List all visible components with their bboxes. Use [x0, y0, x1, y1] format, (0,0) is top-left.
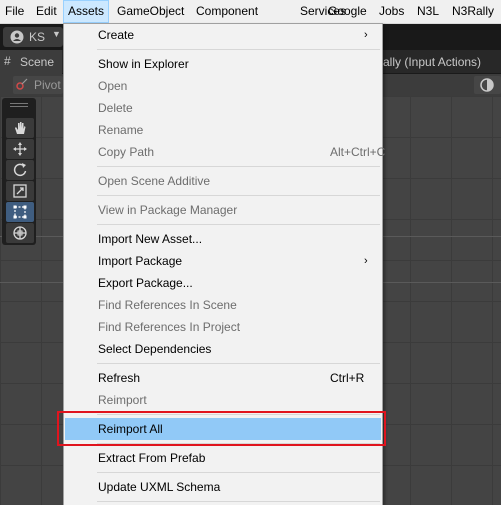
menu-item-find-references-in-scene[interactable]: Find References In Scene	[65, 294, 381, 316]
tool-palette	[2, 98, 36, 245]
menu-item-copy-path[interactable]: Copy Path Alt+Ctrl+C	[65, 141, 385, 163]
menu-assets[interactable]: Assets	[63, 0, 110, 23]
gizmo-button[interactable]	[474, 76, 501, 94]
menu-item-view-in-package-manager[interactable]: View in Package Manager	[65, 199, 381, 221]
menu-jobs[interactable]: Jobs	[375, 0, 408, 23]
menu-separator	[97, 224, 380, 225]
menu-separator	[97, 166, 380, 167]
menu-item-delete[interactable]: Delete	[65, 97, 381, 119]
menu-separator	[97, 195, 380, 196]
menu-item-open[interactable]: Open	[65, 75, 381, 97]
account-button[interactable]: KS ▼	[3, 27, 63, 47]
menu-item-reimport[interactable]: Reimport	[65, 389, 381, 411]
transform-icon	[13, 226, 27, 240]
menu-item-export-package[interactable]: Export Package...	[65, 272, 381, 294]
chevron-right-icon: ›	[364, 29, 368, 41]
menu-item-open-scene-additive[interactable]: Open Scene Additive	[65, 170, 381, 192]
chevron-right-icon: ›	[364, 255, 368, 267]
menu-item-import-new-asset[interactable]: Import New Asset...	[65, 228, 381, 250]
menu-item-rename[interactable]: Rename	[65, 119, 381, 141]
menu-gameobject[interactable]: GameObject	[113, 0, 188, 23]
menu-item-import-package[interactable]: Import Package ›	[65, 250, 381, 272]
gizmo-icon	[480, 78, 494, 92]
menu-edit[interactable]: Edit	[32, 0, 61, 23]
shortcut-refresh: Ctrl+R	[330, 371, 365, 385]
account-icon	[10, 30, 24, 44]
palette-handle[interactable]	[10, 106, 28, 107]
rotate-tool-button[interactable]	[6, 160, 34, 180]
menu-separator	[97, 49, 380, 50]
menu-file[interactable]: File	[1, 0, 28, 23]
menu-n3rally[interactable]: N3Rally	[448, 0, 498, 23]
menu-item-refresh[interactable]: Refresh Ctrl+R	[65, 367, 381, 389]
tab-input-actions[interactable]: ally (Input Actions)	[383, 55, 481, 69]
tab-scene[interactable]: # Scene	[0, 50, 62, 74]
highlight-annotation-box	[57, 411, 386, 446]
menu-item-select-dependencies[interactable]: Select Dependencies	[65, 338, 381, 360]
menu-item-extract-from-prefab[interactable]: Extract From Prefab	[65, 447, 381, 469]
move-icon	[13, 142, 27, 156]
move-tool-button[interactable]	[6, 139, 34, 159]
rotate-icon	[13, 163, 27, 177]
caret-down-icon: ▼	[52, 29, 61, 39]
menu-item-show-in-explorer[interactable]: Show in Explorer	[65, 53, 381, 75]
menu-separator	[97, 472, 380, 473]
menu-google[interactable]: Google	[324, 0, 371, 23]
grid-icon: #	[4, 54, 11, 68]
palette-handle[interactable]	[10, 103, 28, 104]
menu-bar: File Edit Assets GameObject Component Se…	[0, 0, 501, 24]
account-label: KS	[29, 30, 46, 44]
transform-tool-button[interactable]	[6, 223, 34, 243]
menu-separator	[97, 363, 380, 364]
hand-tool-button[interactable]	[6, 118, 34, 138]
rect-tool-button[interactable]	[6, 202, 34, 222]
pivot-icon	[16, 78, 28, 90]
shortcut-copy-path: Alt+Ctrl+C	[330, 145, 386, 159]
menu-item-update-uxml-schema[interactable]: Update UXML Schema	[65, 476, 381, 498]
hand-icon	[15, 122, 26, 134]
menu-item-create[interactable]: Create ›	[65, 24, 381, 46]
menu-n3l[interactable]: N3L	[413, 0, 443, 23]
menu-separator	[97, 501, 380, 502]
scale-tool-button[interactable]	[6, 181, 34, 201]
pivot-label: Pivot	[34, 78, 61, 92]
pivot-button[interactable]: Pivot	[13, 76, 63, 94]
scale-icon	[13, 184, 27, 198]
scene-tab-label: Scene	[20, 55, 55, 69]
rect-transform-icon	[13, 205, 27, 219]
menu-component[interactable]: Component	[192, 0, 262, 23]
menu-item-find-references-in-project[interactable]: Find References In Project	[65, 316, 381, 338]
